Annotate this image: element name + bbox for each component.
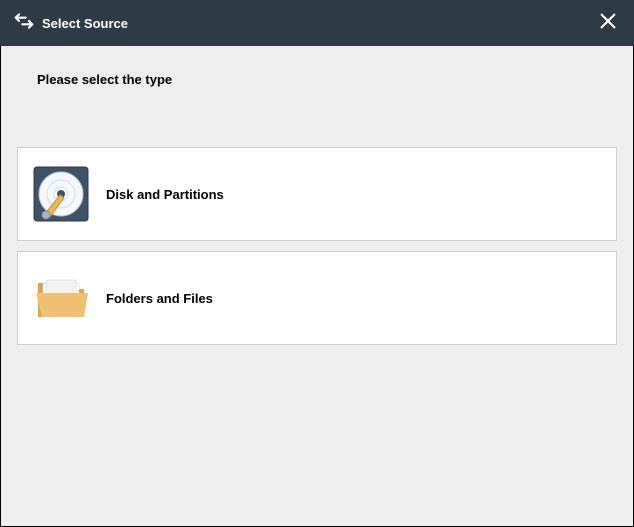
titlebar-left: Select Source (14, 11, 128, 36)
dialog-window: Select Source Please select the type (0, 0, 634, 527)
close-button[interactable] (596, 11, 620, 35)
dialog-title: Select Source (42, 16, 128, 31)
option-label: Disk and Partitions (106, 187, 224, 202)
dialog-content: Please select the type Disk and Pa (0, 46, 634, 527)
option-folders-files[interactable]: Folders and Files (17, 251, 617, 345)
swap-icon (14, 11, 34, 36)
options-list: Disk and Partitions Folders and Files (1, 87, 633, 345)
close-icon (599, 12, 617, 35)
disk-icon (32, 165, 90, 223)
folder-icon (32, 269, 90, 327)
prompt-text: Please select the type (1, 46, 633, 87)
option-label: Folders and Files (106, 291, 213, 306)
option-disk-partitions[interactable]: Disk and Partitions (17, 147, 617, 241)
titlebar: Select Source (0, 0, 634, 46)
